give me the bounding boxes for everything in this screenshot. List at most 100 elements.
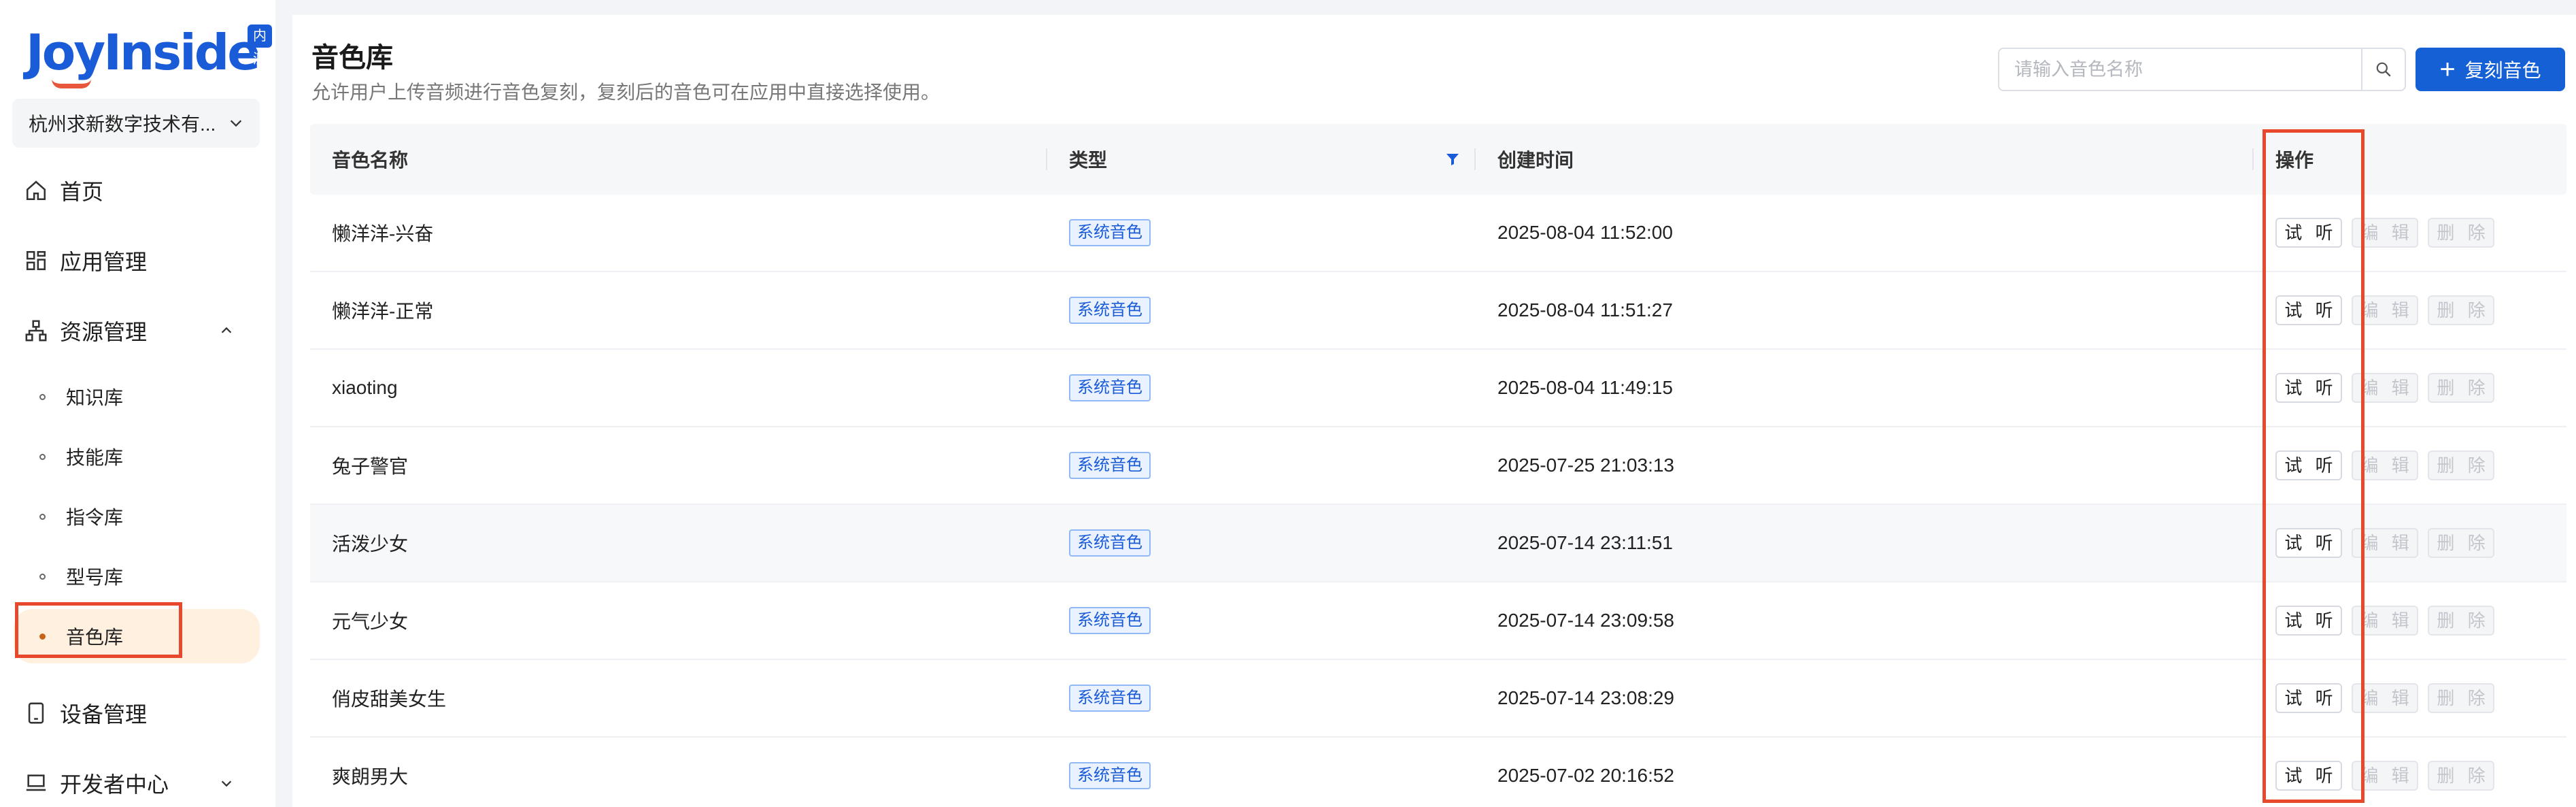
listen-button[interactable]: 试 听 [2275,683,2342,713]
delete-button[interactable]: 删 除 [2428,373,2494,403]
delete-button[interactable]: 删 除 [2428,606,2494,636]
search-input[interactable] [1999,49,2361,90]
type-cell: 系统音色 [1047,297,1476,324]
main-panel: 音色库 允许用户上传音频进行音色复刻，复刻后的音色可在应用中直接选择使用。 + … [292,15,2576,807]
edit-button[interactable]: 编 辑 [2352,295,2418,325]
voice-name: 爽朗男大 [332,766,409,787]
nav-item-devices[interactable]: 设备管理 [24,693,147,734]
type-tag: 系统音色 [1069,685,1151,712]
listen-button[interactable]: 试 听 [2275,761,2342,791]
created-time: 2025-07-14 23:08:29 [1497,687,1674,708]
actions-cell: 试 听编 辑删 除 [2254,218,2566,248]
type-cell: 系统音色 [1047,452,1476,479]
listen-button[interactable]: 试 听 [2275,218,2342,248]
sidebar: JoyInside 内测版 杭州求新数字技术有... 首页 应用管理 资源管理 … [0,0,275,807]
voice-name: 俏皮甜美女生 [332,689,447,710]
edit-button[interactable]: 编 辑 [2352,606,2418,636]
chevron-down-icon [230,120,242,127]
actions-cell: 试 听编 辑删 除 [2254,373,2566,403]
nav-item-home[interactable]: 首页 [24,170,103,211]
bullet-icon [39,393,46,400]
edit-button[interactable]: 编 辑 [2352,683,2418,713]
sidebar-item-skills[interactable]: 技能库 [14,429,260,484]
sidebar-item-commands[interactable]: 指令库 [14,489,260,544]
created-time: 2025-07-14 23:09:58 [1497,610,1674,631]
laptop-icon [26,774,46,791]
type-tag: 系统音色 [1069,607,1151,634]
search-button[interactable] [2361,49,2405,90]
sub-item-label: 知识库 [66,387,124,408]
type-cell: 系统音色 [1047,374,1476,401]
table-row: 俏皮甜美女生 系统音色 2025-07-14 23:08:29 试 听编 辑删 … [310,660,2566,738]
delete-button[interactable]: 删 除 [2428,761,2494,791]
bullet-icon [39,573,46,580]
logo-smile-mark [52,79,91,88]
listen-button[interactable]: 试 听 [2275,528,2342,558]
table-header: 音色名称 类型 创建时间 操作 [310,124,2566,195]
type-cell: 系统音色 [1047,762,1476,789]
edit-button[interactable]: 编 辑 [2352,528,2418,558]
sidebar-item-voices[interactable]: 音色库 [14,609,260,663]
bullet-icon [39,513,46,520]
delete-button[interactable]: 删 除 [2428,683,2494,713]
actions-cell: 试 听编 辑删 除 [2254,295,2566,325]
actions-cell: 试 听编 辑删 除 [2254,683,2566,713]
bullet-icon [39,633,46,640]
type-tag: 系统音色 [1069,452,1151,479]
type-tag: 系统音色 [1069,297,1151,324]
listen-button[interactable]: 试 听 [2275,373,2342,403]
home-icon [26,180,46,201]
sidebar-item-models[interactable]: 型号库 [14,549,260,604]
nav-item-apps[interactable]: 应用管理 [24,240,147,281]
bullet-icon [39,453,46,460]
device-icon [28,702,44,724]
type-cell: 系统音色 [1047,529,1476,557]
nav-item-dev-center[interactable]: 开发者中心 [24,763,232,804]
table-row: 懒洋洋-兴奋 系统音色 2025-08-04 11:52:00 试 听编 辑删 … [310,195,2566,272]
delete-button[interactable]: 删 除 [2428,450,2494,480]
created-time: 2025-07-14 23:11:51 [1497,532,1673,553]
search-box [1998,48,2406,91]
table-row: 元气少女 系统音色 2025-07-14 23:09:58 试 听编 辑删 除 [310,582,2566,660]
voice-name: xiaoting [332,377,398,398]
delete-button[interactable]: 删 除 [2428,295,2494,325]
logo[interactable]: JoyInside 内测版 [26,19,272,90]
column-header-actions: 操作 [2275,150,2314,171]
edit-button[interactable]: 编 辑 [2352,373,2418,403]
delete-button[interactable]: 删 除 [2428,528,2494,558]
edit-button[interactable]: 编 辑 [2352,218,2418,248]
listen-button[interactable]: 试 听 [2275,450,2342,480]
edit-button[interactable]: 编 辑 [2352,450,2418,480]
sub-item-label: 技能库 [66,447,124,468]
column-header-type-label: 类型 [1069,150,1108,171]
sidebar-item-knowledge[interactable]: 知识库 [14,369,260,424]
created-time: 2025-07-02 20:16:52 [1497,765,1674,786]
column-header-created: 创建时间 [1476,124,2254,195]
type-tag: 系统音色 [1069,219,1151,246]
listen-button[interactable]: 试 听 [2275,606,2342,636]
column-header-name: 音色名称 [310,124,1047,195]
listen-button[interactable]: 试 听 [2275,295,2342,325]
type-tag: 系统音色 [1069,529,1151,557]
type-cell: 系统音色 [1047,685,1476,712]
nav-item-label: 资源管理 [60,320,148,344]
actions-cell: 试 听编 辑删 除 [2254,450,2566,480]
created-time: 2025-07-25 21:03:13 [1497,455,1674,476]
created-time: 2025-08-04 11:52:00 [1497,222,1673,243]
delete-button[interactable]: 删 除 [2428,218,2494,248]
filter-icon[interactable] [1444,151,1461,167]
nav-item-resources[interactable]: 资源管理 [24,310,232,351]
table-row: 兔子警官 系统音色 2025-07-25 21:03:13 试 听编 辑删 除 [310,427,2566,505]
clone-voice-button[interactable]: + 复刻音色 [2416,48,2565,91]
table-row: 爽朗男大 系统音色 2025-07-02 20:16:52 试 听编 辑删 除 [310,738,2566,807]
org-selector[interactable]: 杭州求新数字技术有... [12,99,260,148]
type-cell: 系统音色 [1047,607,1476,634]
edit-button[interactable]: 编 辑 [2352,761,2418,791]
type-tag: 系统音色 [1069,762,1151,789]
created-time: 2025-08-04 11:49:15 [1497,377,1673,398]
page-description: 允许用户上传音频进行音色复刻，复刻后的音色可在应用中直接选择使用。 [311,82,940,103]
nav-item-label: 开发者中心 [60,772,169,797]
column-header-type: 类型 [1047,124,1476,195]
nav-item-label: 应用管理 [60,250,148,274]
created-time: 2025-08-04 11:51:27 [1497,299,1673,320]
